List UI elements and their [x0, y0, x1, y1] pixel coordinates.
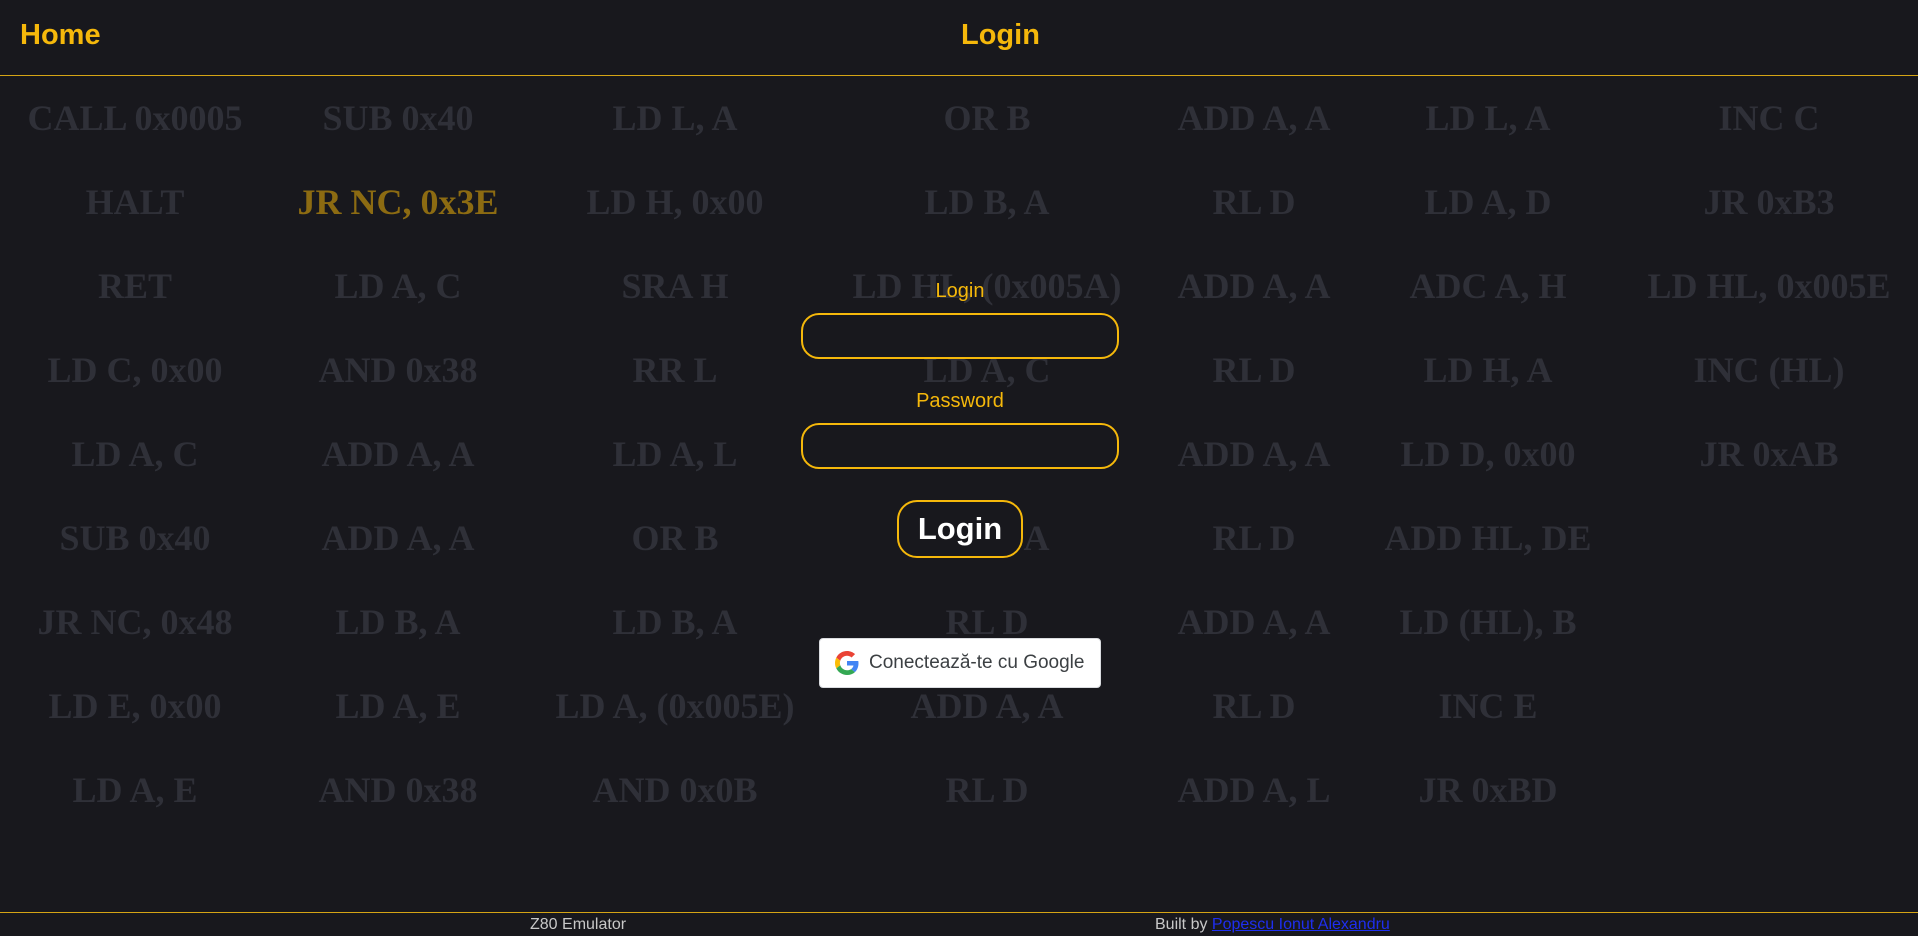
author-link[interactable]: Popescu Ionut Alexandru: [1212, 916, 1390, 933]
background-instruction: RL D: [945, 602, 1029, 642]
background-instruction: RL D: [1212, 182, 1296, 222]
background-instruction: JR 0xAB: [1699, 434, 1839, 474]
background-instruction: LD L, A: [612, 98, 738, 138]
background-instruction: INC C: [1718, 98, 1820, 138]
background-instruction: HALT: [85, 182, 185, 222]
home-link[interactable]: Home: [20, 19, 101, 52]
background-instruction: LD A, (0x005E): [555, 686, 795, 726]
background-instruction: CALL 0x0005: [27, 98, 243, 138]
background-instruction: AND 0x38: [318, 350, 478, 390]
background-instruction: ADD A, A: [1177, 266, 1331, 306]
background-instruction: ADD HL, DE: [1384, 518, 1592, 558]
background-instruction: ADD A, L: [1177, 770, 1331, 810]
google-sign-in-label: Conectează-te cu Google: [869, 652, 1085, 673]
background-instruction: LD B, A: [335, 602, 461, 642]
background-instruction: LD HL, (0x005A): [852, 266, 1122, 306]
background-instruction: LD E, 0x00: [48, 686, 222, 726]
background-instruction: LD H, A: [1423, 350, 1553, 390]
background-instruction: JR 0xB3: [1703, 182, 1835, 222]
login-input[interactable]: [801, 313, 1119, 359]
background-instruction: SUB 0x40: [59, 518, 211, 558]
password-field-label: Password: [916, 390, 1004, 412]
background-instruction: RL D: [1212, 686, 1296, 726]
background-instruction: RL D: [1212, 518, 1296, 558]
background-instruction: SUB 0x40: [322, 98, 474, 138]
background-instruction: JR 0xBD: [1418, 770, 1558, 810]
background-instruction: OR B: [943, 98, 1031, 138]
page-title: Login: [961, 19, 1040, 51]
google-sign-in-button[interactable]: Conectează-te cu Google: [819, 638, 1101, 688]
background-instruction: INC E: [1438, 686, 1538, 726]
background-instruction: LD HL, 0x005E: [1647, 266, 1891, 306]
login-field-label: Login: [935, 280, 985, 302]
background-instruction: ADD A, A: [1177, 434, 1331, 474]
background-instruction: LD D, 0x00: [1400, 434, 1576, 474]
background-instruction: LD A, C: [71, 434, 199, 474]
background-instruction: AND 0x0B: [592, 770, 758, 810]
background-instruction: INC (HL): [1693, 350, 1845, 390]
background-instruction: ADD A, A: [321, 434, 475, 474]
background-instruction: AND 0x38: [318, 770, 478, 810]
background-instruction: JR NC, 0x3E: [297, 182, 499, 222]
background-instruction: LD A, C: [334, 266, 462, 306]
background-instruction: JR NC, 0x48: [37, 602, 233, 642]
background-instruction-grid: CALL 0x0005 SUB 0x40 LD L, A OR B ADD A, A LD…: [0, 76, 1918, 911]
background-instruction: SRA H: [621, 266, 729, 306]
background-instruction: LD H, 0x00: [586, 182, 764, 222]
footer-credit: Built by Popescu Ionut Alexandru: [1155, 916, 1390, 934]
background-instruction: LD (HL), B: [1399, 602, 1577, 642]
background-instruction: LD C, 0x00: [47, 350, 223, 390]
background-instruction: ADD A, A: [1177, 98, 1331, 138]
password-input[interactable]: [801, 423, 1119, 469]
footer-built-by-text: Built by: [1155, 916, 1212, 933]
background-instruction: LD A, E: [335, 686, 461, 726]
background-instruction: ADD A, A: [910, 686, 1064, 726]
login-button[interactable]: Login: [897, 500, 1023, 558]
background-instruction: RL D: [945, 770, 1029, 810]
background-instruction: LD B, A: [612, 602, 738, 642]
background-instruction: ADD A, A: [1177, 602, 1331, 642]
google-logo-icon: [835, 651, 859, 675]
background-instruction: ADD A, A: [321, 518, 475, 558]
background-instruction: LD B, A: [924, 182, 1050, 222]
top-nav-bar: Home Login: [0, 0, 1918, 76]
background-instruction: LD L, A: [1425, 98, 1551, 138]
background-instruction: LD A, E: [72, 770, 198, 810]
footer-app-name: Z80 Emulator: [530, 916, 627, 933]
footer: Z80 Emulator Built by Popescu Ionut Alex…: [0, 912, 1918, 936]
background-instruction: RET: [97, 266, 173, 306]
background-instruction: RL D: [1212, 350, 1296, 390]
background-instruction: LD A, L: [612, 434, 738, 474]
background-instruction: RR L: [632, 350, 718, 390]
background-instruction: ADC A, H: [1409, 266, 1567, 306]
background-instruction: OR B: [631, 518, 719, 558]
background-instruction: LD A, D: [1424, 182, 1552, 222]
